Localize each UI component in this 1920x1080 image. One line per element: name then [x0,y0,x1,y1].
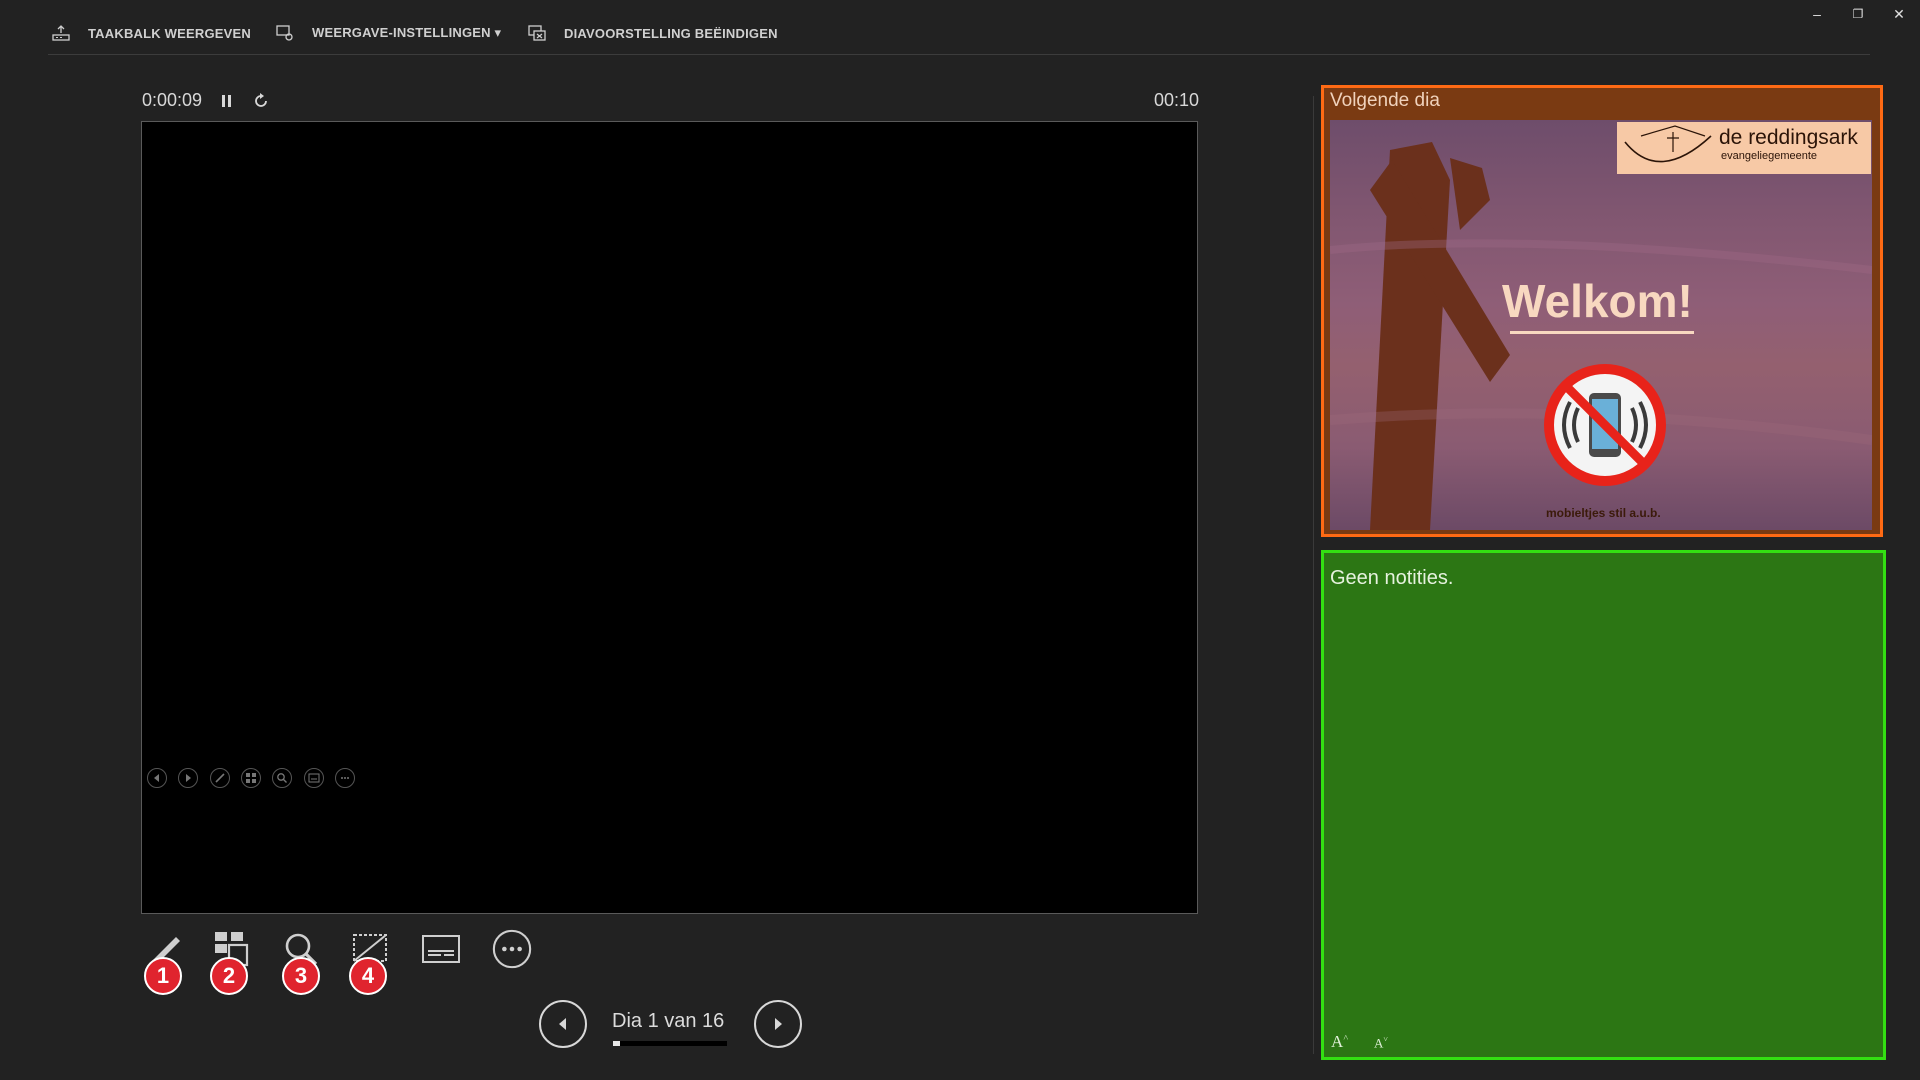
subtitles-icon [422,935,460,963]
increase-font-button[interactable]: A˄ [1331,1032,1348,1052]
badge-2: 2 [210,957,248,995]
mini-slides-button[interactable] [241,768,261,788]
badge-1: 1 [144,957,182,995]
mini-pen-icon [215,773,225,783]
previous-icon [559,1018,566,1030]
mini-zoom-icon [277,773,287,783]
mini-more-icon [341,777,349,779]
phone-caption: mobieltjes stil a.u.b. [1546,506,1661,520]
pause-timer-button[interactable] [218,92,236,110]
mini-subtitles-icon [308,773,320,783]
decrease-font-button[interactable]: A˅ [1374,1035,1388,1051]
mini-next-button[interactable] [178,768,198,788]
end-slideshow-icon [528,25,546,41]
notes-text: Geen notities. [1330,567,1454,589]
mini-previous-button[interactable] [147,768,167,788]
toolbar-divider [48,54,1870,55]
display-settings-button[interactable]: WEERGAVE-INSTELLINGEN ▾ [276,18,501,48]
ark-logo-icon [1624,125,1712,163]
end-slideshow-button[interactable]: DIAVOORSTELLING BEËINDIGEN [528,18,778,48]
decrease-font-label: A [1374,1035,1384,1051]
mini-more-button[interactable] [335,768,355,788]
presenter-toolbar: TAAKBALK WEERGEVEN WEERGAVE-INSTELLINGEN… [0,0,1920,56]
slide-progress-fill [613,1041,620,1046]
subtitles-button[interactable] [418,926,464,972]
end-slideshow-label: DIAVOORSTELLING BEËINDIGEN [564,25,778,41]
show-taskbar-label: TAAKBALK WEERGEVEN [88,25,251,41]
badge-4: 4 [349,957,387,995]
reset-timer-button[interactable] [252,92,270,110]
display-settings-label: WEERGAVE-INSTELLINGEN ▾ [312,25,502,40]
logo-title: de reddingsark [1719,126,1858,149]
restore-button[interactable]: ❐ [1838,2,1878,26]
mini-previous-icon [154,774,159,782]
minimize-button[interactable]: – [1797,2,1837,26]
notes-panel[interactable] [1321,550,1886,1060]
next-icon [775,1018,782,1030]
elapsed-timer: 0:00:09 [142,90,203,110]
restart-icon [255,93,267,107]
more-options-button[interactable] [489,926,535,972]
mini-grid-icon [246,773,256,783]
pane-divider [1313,96,1314,1054]
previous-slide-button[interactable] [539,1000,587,1048]
mini-zoom-button[interactable] [272,768,292,788]
display-settings-icon [276,25,293,41]
slide-counter: Dia 1 van 16 [612,1010,725,1032]
taskbar-icon [52,25,70,41]
mini-pen-button[interactable] [210,768,230,788]
next-slide-label: Volgende dia [1330,90,1440,111]
show-taskbar-button[interactable]: TAAKBALK WEERGEVEN [52,18,251,48]
increase-font-label: A [1331,1032,1344,1051]
clock-time: 00:10 [1154,90,1200,110]
current-slide[interactable] [141,121,1198,914]
more-icon [492,929,532,969]
mini-next-icon [186,774,191,782]
badge-3: 3 [282,957,320,995]
mini-subtitles-button[interactable] [304,768,324,788]
pause-icon [222,95,231,107]
heading-underline [1510,331,1694,334]
church-logo: de reddingsark evangeliegemeente [1617,122,1871,174]
next-slide-button[interactable] [754,1000,802,1048]
logo-subtitle: evangeliegemeente [1721,150,1818,162]
no-phone-icon [1544,364,1666,486]
slide-progress-track [613,1041,727,1046]
close-button[interactable]: ✕ [1879,2,1919,26]
next-slide-heading: Welkom! [1502,275,1693,327]
